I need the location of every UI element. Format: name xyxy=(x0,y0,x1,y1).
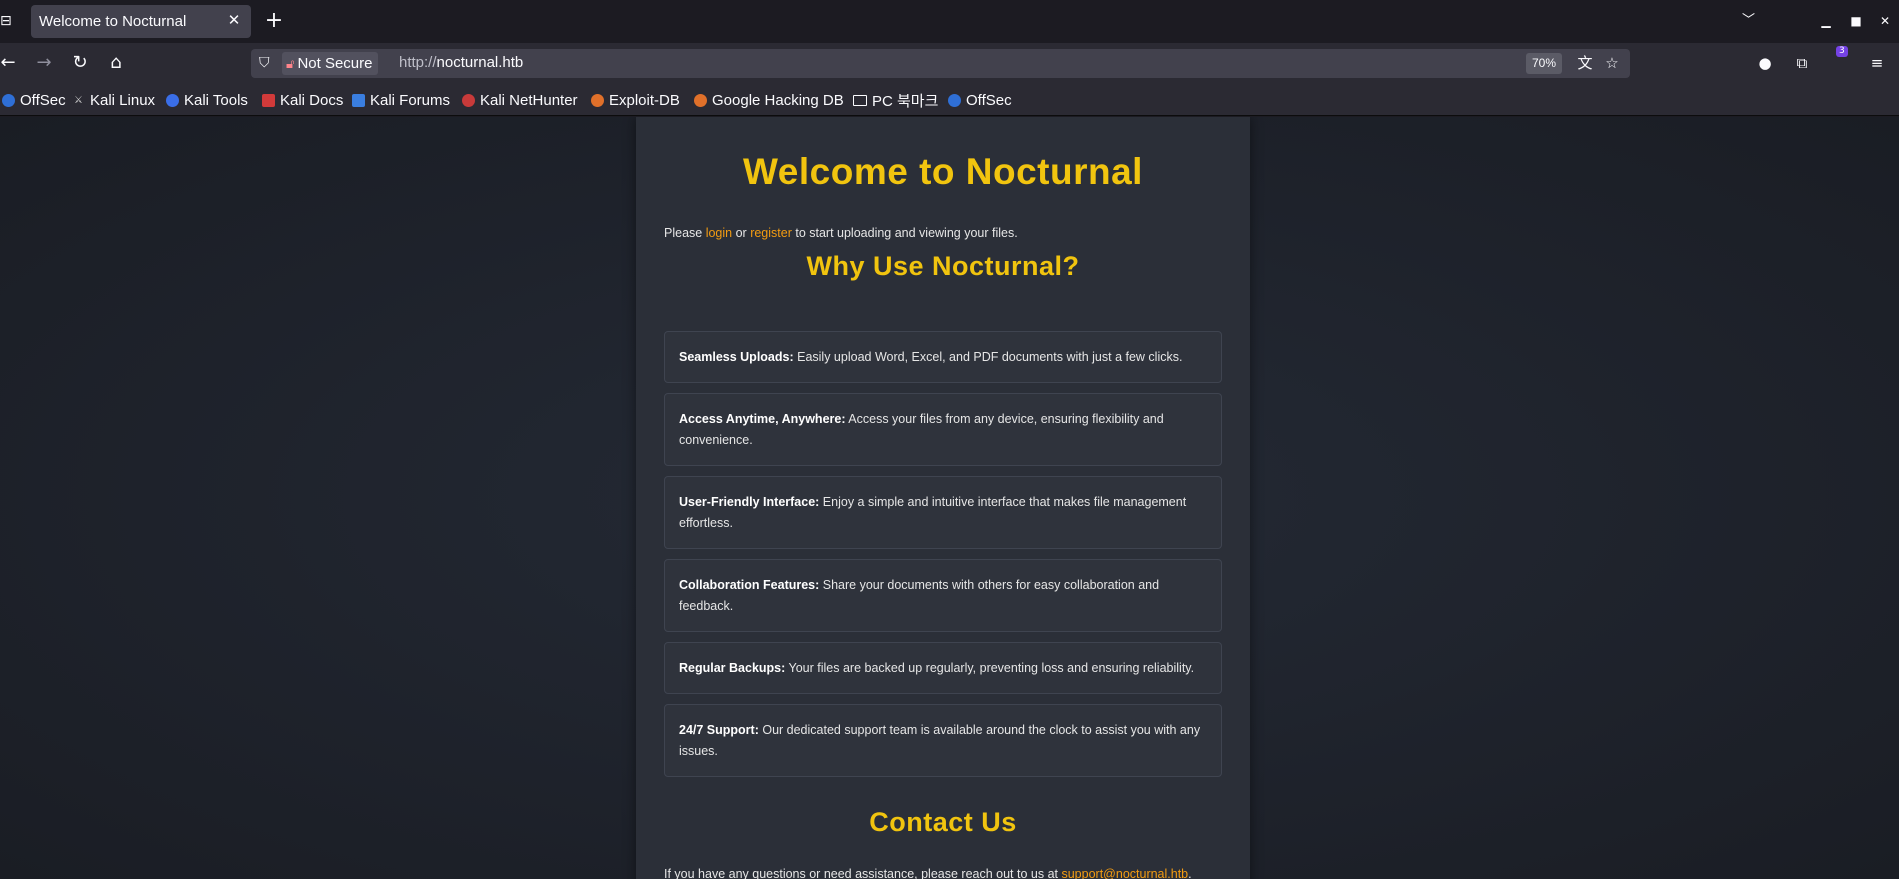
extensions-count-badge: 3 xyxy=(1836,46,1848,57)
register-link[interactable]: register xyxy=(750,226,792,240)
tab-list-icon[interactable]: ⊟ xyxy=(0,12,14,30)
bookmarks-bar: OffSec ⚔ Kali Linux Kali Tools Kali Docs … xyxy=(0,83,1899,116)
kali-icon: ⚔ xyxy=(74,94,83,106)
extensions-icon[interactable]: ⧉ xyxy=(1791,52,1813,74)
url-text[interactable]: http://nocturnal.htb xyxy=(399,54,523,71)
contact-text-body: If you have any questions or need assist… xyxy=(664,867,1062,879)
bookmark-label: Kali Docs xyxy=(280,91,344,109)
close-icon[interactable]: ✕ xyxy=(225,11,243,29)
kali-tools-icon xyxy=(166,93,179,107)
back-arrow-icon[interactable]: ← xyxy=(0,51,20,75)
bookmark-kali-forums[interactable]: Kali Forums xyxy=(352,90,450,110)
feature-title: Collaboration Features: xyxy=(679,577,820,592)
bookmark-label: PC 북마크 xyxy=(872,92,939,110)
feature-text: Access Anytime, Anywhere: Access your fi… xyxy=(679,409,1207,451)
feature-text: Seamless Uploads: Easily upload Word, Ex… xyxy=(679,347,1182,368)
contact-text-end: . xyxy=(1188,867,1192,879)
new-tab-plus-icon[interactable]: + xyxy=(264,9,284,33)
bookmark-label: Kali Forums xyxy=(370,91,451,109)
zoom-level-button[interactable]: 70% xyxy=(1526,53,1563,74)
login-link[interactable]: login xyxy=(706,226,732,240)
tab-bar: ⊟ Welcome to Nocturnal ✕ + ﹀ ▁ ■ ✕ xyxy=(0,0,1899,43)
forward-arrow-icon[interactable]: → xyxy=(32,51,56,75)
feature-description: Easily upload Word, Excel, and PDF docum… xyxy=(793,349,1183,364)
bookmark-kali-linux[interactable]: ⚔ Kali Linux xyxy=(72,90,155,110)
feature-title: 24/7 Support: xyxy=(679,722,759,737)
hamburger-menu-icon[interactable]: ≡ xyxy=(1866,52,1888,74)
bookmark-star-icon[interactable]: ☆ xyxy=(1602,53,1622,73)
feature-text: User-Friendly Interface: Enjoy a simple … xyxy=(679,492,1207,534)
feature-item: Access Anytime, Anywhere: Access your fi… xyxy=(664,393,1222,466)
bookmark-label: Kali NetHunter xyxy=(480,91,578,109)
feature-item: Collaboration Features: Share your docum… xyxy=(664,559,1222,632)
window-close-icon[interactable]: ✕ xyxy=(1877,10,1893,32)
intro-before: Please xyxy=(664,226,706,240)
feature-item: Seamless Uploads: Easily upload Word, Ex… xyxy=(664,331,1222,383)
feature-title: Regular Backups: xyxy=(679,660,786,675)
bookmark-offsec-2[interactable]: OffSec xyxy=(948,90,1012,110)
shield-icon[interactable]: ⛉ xyxy=(259,53,277,73)
offsec-icon xyxy=(948,93,961,107)
feature-text: Regular Backups: Your files are backed u… xyxy=(679,658,1194,679)
feature-item: User-Friendly Interface: Enjoy a simple … xyxy=(664,476,1222,549)
url-scheme: http:// xyxy=(399,54,437,71)
offsec-icon xyxy=(2,93,15,107)
kali-forums-icon xyxy=(352,93,365,107)
why-heading: Why Use Nocturnal? xyxy=(806,251,1080,281)
insecure-lock-icon: 🔓︎ xyxy=(286,56,295,71)
url-bar[interactable]: ⛉ 🔓︎ Not Secure http://nocturnal.htb 70% … xyxy=(251,49,1630,78)
bookmark-label: Google Hacking DB xyxy=(712,91,844,109)
feature-title: Seamless Uploads: xyxy=(679,349,794,364)
bookmark-kali-nethunter[interactable]: Kali NetHunter xyxy=(462,90,578,110)
bookmark-exploit-db[interactable]: Exploit-DB xyxy=(591,90,680,110)
page-title: Welcome to Nocturnal xyxy=(743,151,1143,192)
contact-text: If you have any questions or need assist… xyxy=(664,867,1192,879)
feature-text: Collaboration Features: Share your docum… xyxy=(679,575,1207,617)
bookmark-label: Kali Linux xyxy=(90,91,156,109)
bookmark-label: Exploit-DB xyxy=(609,91,680,109)
bookmark-label: OffSec xyxy=(966,91,1012,109)
exploit-db-icon xyxy=(591,93,604,107)
bookmark-kali-docs[interactable]: Kali Docs xyxy=(262,90,343,110)
feature-item: 24/7 Support: Our dedicated support team… xyxy=(664,704,1222,777)
bookmark-folder-pc[interactable]: PC 북마크 xyxy=(853,90,938,110)
feature-title: User-Friendly Interface: xyxy=(679,494,820,509)
bookmark-label: OffSec xyxy=(20,91,66,109)
not-secure-label: Not Secure xyxy=(297,55,373,72)
tab-title: Welcome to Nocturnal xyxy=(39,13,187,30)
account-icon[interactable]: ● xyxy=(1754,52,1776,74)
kali-docs-icon xyxy=(262,93,275,107)
bookmark-google-hacking-db[interactable]: Google Hacking DB xyxy=(694,90,844,110)
intro-text: Please login or register to start upload… xyxy=(664,226,1018,240)
translate-icon[interactable]: 文 xyxy=(1575,53,1595,73)
contact-heading: Contact Us xyxy=(869,807,1017,837)
feature-text: 24/7 Support: Our dedicated support team… xyxy=(679,720,1207,762)
page-viewport: Welcome to Nocturnal Please login or reg… xyxy=(0,117,1899,879)
intro-after: to start uploading and viewing your file… xyxy=(791,226,1018,240)
url-host: nocturnal.htb xyxy=(436,54,524,71)
tab-active[interactable]: Welcome to Nocturnal ✕ xyxy=(31,5,251,38)
feature-item: Regular Backups: Your files are backed u… xyxy=(664,642,1222,694)
reload-icon[interactable]: ↻ xyxy=(68,51,92,75)
bookmark-offsec[interactable]: OffSec xyxy=(2,90,66,110)
bookmark-label: Kali Tools xyxy=(184,91,248,109)
intro-middle: or xyxy=(732,226,751,240)
bookmark-kali-tools[interactable]: Kali Tools xyxy=(166,90,248,110)
support-email-link[interactable]: support@nocturnal.htb xyxy=(1061,867,1188,879)
not-secure-badge[interactable]: 🔓︎ Not Secure xyxy=(282,52,379,75)
feature-description: Your files are backed up regularly, prev… xyxy=(785,660,1195,675)
chevron-down-icon[interactable]: ﹀ xyxy=(1742,10,1760,32)
ghdb-icon xyxy=(694,93,707,107)
maximize-icon[interactable]: ■ xyxy=(1848,10,1864,32)
folder-icon xyxy=(853,94,867,106)
navigation-bar: ← → ↻ ⌂ ⛉ 🔓︎ Not Secure http://nocturnal.… xyxy=(0,43,1899,83)
main-container: Welcome to Nocturnal Please login or reg… xyxy=(636,117,1250,879)
home-icon[interactable]: ⌂ xyxy=(104,51,128,75)
minimize-icon[interactable]: ▁ xyxy=(1818,10,1834,32)
feature-title: Access Anytime, Anywhere: xyxy=(679,411,846,426)
nethunter-icon xyxy=(462,93,475,107)
